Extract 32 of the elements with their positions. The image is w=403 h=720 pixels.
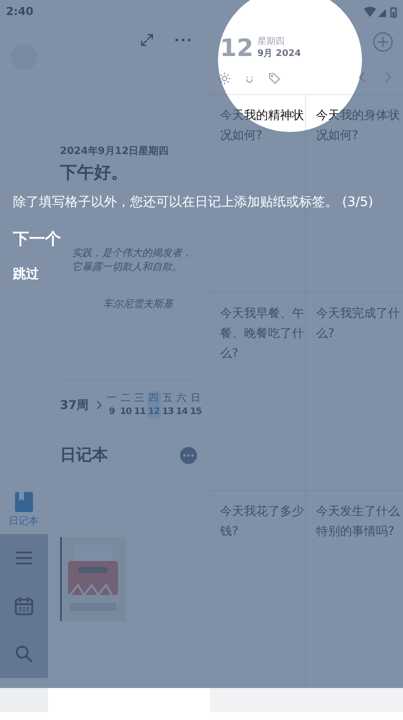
- date-number[interactable]: 11: [134, 406, 146, 419]
- weekday-text: 星期四: [257, 36, 286, 48]
- prompt-text[interactable]: 今天我花了多少钱?: [220, 501, 305, 541]
- day-number: 12: [220, 33, 254, 64]
- date-number[interactable]: 10: [120, 406, 132, 419]
- week-label[interactable]: 37周: [60, 396, 89, 414]
- date-number[interactable]: 9: [108, 406, 115, 419]
- weekday-label: 五: [162, 392, 173, 406]
- next-button[interactable]: 下一个: [13, 229, 61, 249]
- weekday-label: 四: [148, 392, 159, 406]
- date-number[interactable]: 15: [190, 406, 202, 419]
- quote-text: 实践，是个伟大的揭发者，它暴露一切欺人和自欺。: [71, 246, 193, 274]
- greeting-text: 下午好。: [60, 162, 129, 185]
- weekday-label: 二: [120, 392, 131, 406]
- prompt-text[interactable]: 今天发生了什么特别的事情吗?: [316, 501, 403, 541]
- date-number[interactable]: 14: [176, 406, 188, 419]
- weekday-label: 日: [190, 392, 201, 406]
- clock-text: 2:40: [6, 4, 34, 20]
- prompt-text[interactable]: 今天我早餐、午餐、晚餐吃了什么?: [220, 303, 305, 363]
- date-number[interactable]: 12: [148, 406, 160, 419]
- skip-button[interactable]: 跳过: [13, 266, 39, 284]
- section-title: 日记本: [60, 444, 108, 466]
- date-text: 2024年9月12日星期四: [60, 144, 170, 159]
- nav-label: 日记本: [8, 517, 38, 527]
- weekday-label: 一: [106, 392, 117, 406]
- prompt-text[interactable]: 今天我的精神状况如何?: [220, 105, 305, 145]
- month-year-text: 9月 2024: [257, 48, 301, 60]
- weekday-label: 三: [134, 392, 145, 406]
- date-number[interactable]: 13: [162, 406, 174, 419]
- tutorial-message: 除了填写格子以外，您还可以在日记上添加贴纸或标签。 (3/5): [13, 194, 374, 212]
- weekday-label: 六: [176, 392, 187, 406]
- quote-author: 车尔尼雪夫斯基: [102, 298, 175, 312]
